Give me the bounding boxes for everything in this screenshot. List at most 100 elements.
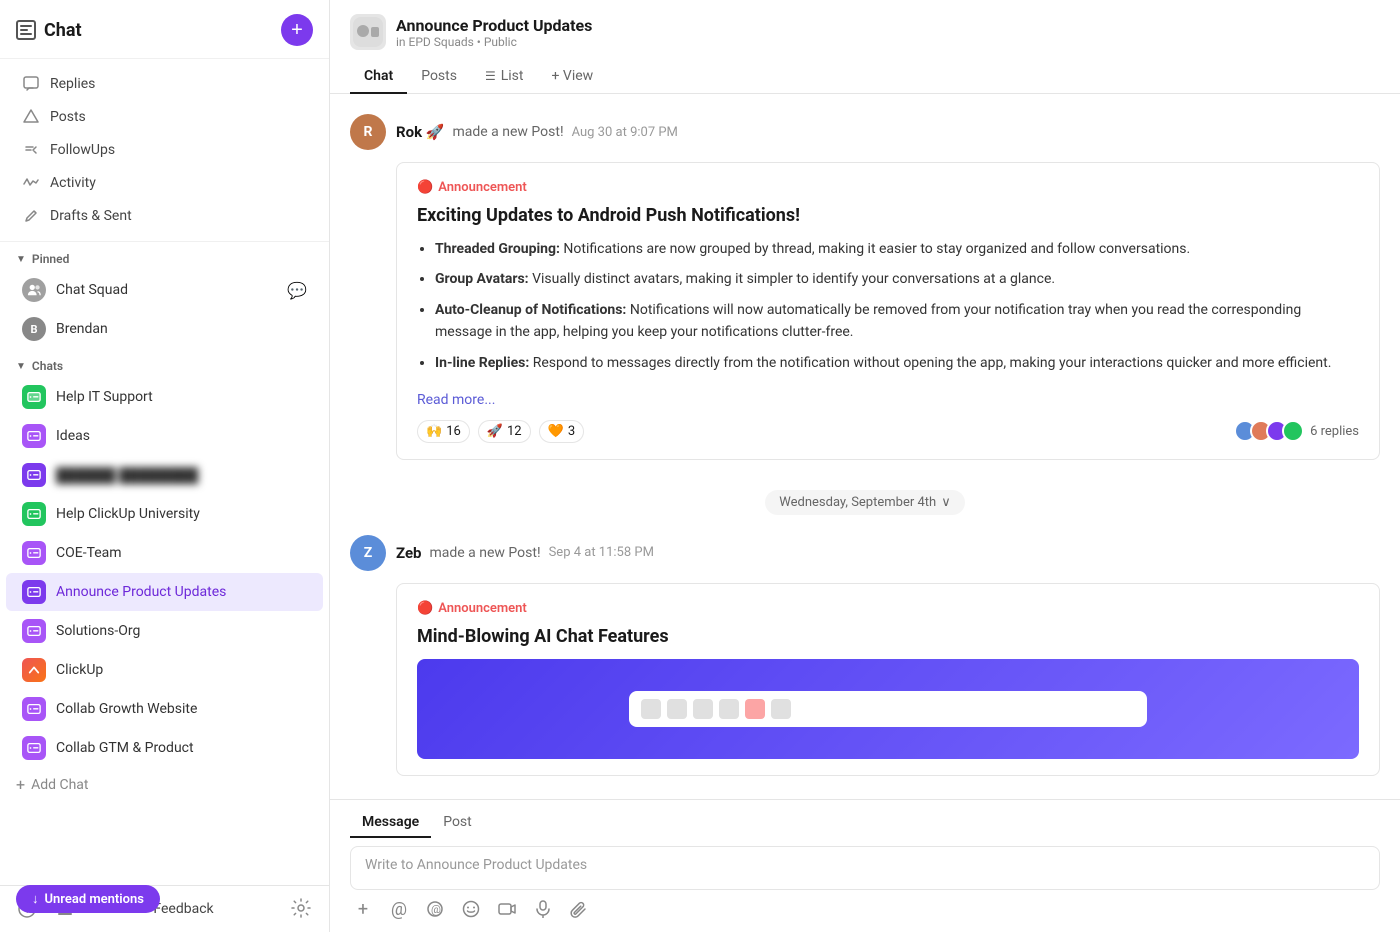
replies-count-1: 6 replies xyxy=(1310,424,1359,439)
input-tab-message[interactable]: Message xyxy=(350,808,431,838)
date-chevron-icon: ∨ xyxy=(941,495,951,510)
reaction-3[interactable]: 🧡 3 xyxy=(539,420,585,443)
video-icon[interactable] xyxy=(496,898,518,920)
pinned-section: ▼ Pinned Chat Squad 💬 B Brendan ▼ Chats … xyxy=(0,242,329,885)
announcement-text: Announcement xyxy=(438,180,527,195)
clip-icon[interactable] xyxy=(568,898,590,920)
sender-name-2: Zeb xyxy=(396,544,422,562)
thumb-icon-6 xyxy=(771,699,791,719)
add-chat-button[interactable]: + xyxy=(281,14,313,46)
channel-name: Announce Product Updates xyxy=(396,16,592,35)
pinned-section-header[interactable]: ▼ Pinned xyxy=(0,242,329,270)
main-content: Announce Product Updates in EPD Squads •… xyxy=(330,0,1400,932)
nav-item-drafts[interactable]: Drafts & Sent xyxy=(6,200,323,232)
nav-item-replies[interactable]: Replies xyxy=(6,68,323,100)
reaction-emoji-2: 🚀 xyxy=(487,424,503,439)
add-chat-button[interactable]: + Add Chat xyxy=(0,768,329,801)
help-it-avatar xyxy=(22,385,46,409)
coe-team-avatar xyxy=(22,541,46,565)
sidebar-item-brendan[interactable]: B Brendan xyxy=(6,310,323,348)
mention-icon[interactable]: @ xyxy=(388,898,410,920)
sidebar-item-announce[interactable]: Announce Product Updates xyxy=(6,573,323,611)
sidebar-item-help-clickup[interactable]: Help ClickUp University xyxy=(6,495,323,533)
ideas-name: Ideas xyxy=(56,428,307,444)
collab-gtm-avatar xyxy=(22,736,46,760)
message-time-1: Aug 30 at 9:07 PM xyxy=(572,125,678,140)
reaction-2[interactable]: 🚀 12 xyxy=(478,420,531,443)
unread-mentions-button[interactable]: ↓ Unread mentions xyxy=(16,885,160,913)
announce-avatar xyxy=(22,580,46,604)
nav-label-followups: FollowUps xyxy=(50,142,115,158)
thumbnail-inner xyxy=(629,691,1147,727)
date-divider: Wednesday, September 4th ∨ xyxy=(330,480,1400,535)
posts-icon xyxy=(22,108,40,126)
sender-name-1: Rok 🚀 xyxy=(396,123,445,141)
settings-icon[interactable] xyxy=(291,898,313,920)
sidebar-item-help-it[interactable]: Help IT Support xyxy=(6,378,323,416)
list-tab-icon: ☰ xyxy=(485,69,496,83)
sidebar-item-collab-gtm[interactable]: Collab GTM & Product xyxy=(6,729,323,767)
message-group-1: R Rok 🚀 made a new Post! Aug 30 at 9:07 … xyxy=(330,114,1400,480)
sidebar-item-clickup[interactable]: ClickUp xyxy=(6,651,323,689)
input-tab-post[interactable]: Post xyxy=(431,808,484,838)
reaction-count-1: 16 xyxy=(446,424,461,439)
tab-list[interactable]: ☰ List xyxy=(471,60,538,94)
pinned-chevron: ▼ xyxy=(16,254,26,265)
reply-avatar-4 xyxy=(1282,420,1304,442)
nav-item-posts[interactable]: Posts xyxy=(6,101,323,133)
replies-icon xyxy=(22,75,40,93)
thumb-icon-2 xyxy=(667,699,687,719)
sidebar-panel-icon xyxy=(16,20,36,40)
read-more-link-1[interactable]: Read more... xyxy=(417,392,495,408)
emoji-icon[interactable] xyxy=(460,898,482,920)
attach-plus-icon[interactable]: + xyxy=(352,898,374,920)
thumb-icon-4 xyxy=(719,699,739,719)
reply-avatars-1 xyxy=(1234,420,1304,442)
reaction-count-2: 12 xyxy=(507,424,522,439)
reaction-1[interactable]: 🙌 16 xyxy=(417,420,470,443)
mic-icon[interactable] xyxy=(532,898,554,920)
sidebar-item-chat-squad[interactable]: Chat Squad 💬 xyxy=(6,271,323,309)
sidebar-item-collab-growth[interactable]: Collab Growth Website xyxy=(6,690,323,728)
feedback-button[interactable]: Feedback xyxy=(153,901,213,917)
tab-chat[interactable]: Chat xyxy=(350,60,407,94)
collab-gtm-name: Collab GTM & Product xyxy=(56,740,307,756)
message-input[interactable]: Write to Announce Product Updates xyxy=(350,846,1380,890)
replies-right-1[interactable]: 6 replies xyxy=(1234,420,1359,442)
message-action-1: made a new Post! xyxy=(453,124,564,140)
sidebar-item-ideas[interactable]: Ideas xyxy=(6,417,323,455)
channel-tabs: Chat Posts ☰ List + View xyxy=(350,60,1380,93)
sidebar-item-coe-team[interactable]: COE-Team xyxy=(6,534,323,572)
sidebar-title-text: Chat xyxy=(44,20,82,41)
channel-icon xyxy=(350,14,386,50)
post-card-2: 🔴 Announcement Mind-Blowing AI Chat Feat… xyxy=(396,583,1380,776)
list-tab-label: List xyxy=(501,68,524,84)
sidebar-item-solutions-org[interactable]: Solutions-Org xyxy=(6,612,323,650)
tab-posts[interactable]: Posts xyxy=(407,60,471,94)
announce-name: Announce Product Updates xyxy=(56,584,307,600)
message-header-2: Z Zeb made a new Post! Sep 4 at 11:58 PM xyxy=(350,535,1380,571)
add-chat-label: Add Chat xyxy=(31,777,88,793)
clickup-avatar xyxy=(22,658,46,682)
chats-section-header[interactable]: ▼ Chats xyxy=(0,349,329,377)
add-icon: + xyxy=(16,775,25,794)
sidebar-header: Chat + xyxy=(0,0,329,59)
tab-view[interactable]: + View xyxy=(537,60,607,94)
channel-info: Announce Product Updates in EPD Squads •… xyxy=(396,16,592,49)
zeb-avatar: Z xyxy=(350,535,386,571)
sidebar-item-blurred[interactable]: ██████ ████████ xyxy=(6,456,323,494)
nav-item-activity[interactable]: Activity xyxy=(6,167,323,199)
blurred-avatar xyxy=(22,463,46,487)
reactions-left-1: 🙌 16 🚀 12 🧡 3 xyxy=(417,420,584,443)
date-badge[interactable]: Wednesday, September 4th ∨ xyxy=(765,490,964,515)
clickup-name: ClickUp xyxy=(56,662,307,678)
help-clickup-name: Help ClickUp University xyxy=(56,506,307,522)
bullet-2: Group Avatars: Visually distinct avatars… xyxy=(435,268,1359,290)
chat-squad-chat-icon: 💬 xyxy=(287,281,307,300)
help-it-name: Help IT Support xyxy=(56,389,307,405)
nav-label-replies: Replies xyxy=(50,76,95,92)
attachment-icon[interactable]: @ xyxy=(424,898,446,920)
nav-item-followups[interactable]: FollowUps xyxy=(6,134,323,166)
nav-label-posts: Posts xyxy=(50,109,86,125)
reaction-emoji-1: 🙌 xyxy=(426,424,442,439)
